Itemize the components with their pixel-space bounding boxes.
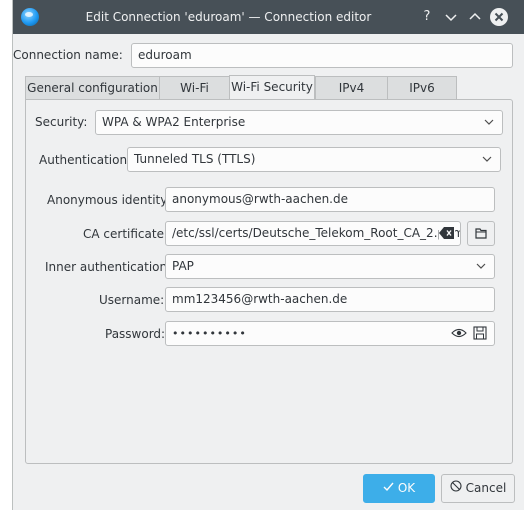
authentication-label: Authentication:: [39, 153, 132, 167]
authentication-select[interactable]: Tunneled TLS (TTLS): [127, 147, 501, 172]
checkmark-icon: [383, 475, 394, 502]
authentication-value: Tunneled TLS (TTLS): [134, 152, 256, 166]
inner-authentication-label: Inner authentication:: [45, 260, 172, 274]
username-input[interactable]: mm123456@rwth-aachen.de: [165, 287, 495, 312]
password-input[interactable]: ••••••••••: [165, 321, 495, 346]
cancel-circle-icon: [450, 475, 462, 502]
title-bar[interactable]: Edit Connection 'eduroam' — Connection e…: [13, 0, 524, 34]
chevron-down-icon: [482, 148, 492, 181]
connection-name-label: Connection name:: [13, 48, 123, 62]
password-value: ••••••••••: [172, 327, 247, 340]
cancel-label: Cancel: [465, 481, 507, 495]
anonymous-identity-label: Anonymous identity:: [47, 193, 171, 207]
connection-editor-window: Edit Connection 'eduroam' — Connection e…: [12, 0, 524, 510]
username-label: Username:: [99, 293, 165, 307]
minimize-button[interactable]: [443, 9, 459, 25]
eye-icon[interactable]: [451, 326, 467, 340]
maximize-button[interactable]: [467, 9, 483, 25]
save-icon[interactable]: [473, 326, 487, 340]
close-icon: [494, 12, 504, 22]
folder-open-icon: [475, 228, 487, 239]
security-select[interactable]: WPA & WPA2 Enterprise: [95, 110, 503, 135]
chevron-down-icon: [476, 255, 486, 288]
ca-certificate-value: /etc/ssl/certs/Deutsche_Telekom_Root_CA_…: [172, 226, 461, 240]
open-file-button[interactable]: [467, 221, 495, 246]
anonymous-identity-input[interactable]: anonymous@rwth-aachen.de: [165, 187, 495, 212]
help-button[interactable]: ?: [419, 9, 435, 25]
ca-certificate-input[interactable]: /etc/ssl/certs/Deutsche_Telekom_Root_CA_…: [165, 221, 461, 246]
tab-ipv4[interactable]: IPv4: [315, 76, 387, 100]
tab-wifi[interactable]: Wi-Fi: [159, 76, 229, 100]
password-label: Password:: [105, 327, 166, 341]
cancel-button[interactable]: Cancel: [441, 474, 515, 503]
security-label: Security:: [35, 115, 88, 129]
connection-name-input[interactable]: eduroam: [131, 43, 513, 68]
inner-authentication-select[interactable]: PAP: [165, 254, 495, 279]
security-value: WPA & WPA2 Enterprise: [102, 115, 246, 129]
ok-label: OK: [397, 481, 416, 495]
chevron-down-icon: [484, 111, 494, 144]
clear-text-icon[interactable]: [439, 226, 455, 240]
ca-certificate-label: CA certificate:: [83, 227, 168, 241]
ok-button[interactable]: OK: [363, 474, 435, 503]
close-button[interactable]: [490, 8, 508, 26]
inner-authentication-value: PAP: [172, 259, 194, 273]
tab-ipv6[interactable]: IPv6: [387, 76, 457, 100]
chevron-down-icon: [445, 14, 457, 22]
tab-general-configuration[interactable]: General configuration: [25, 76, 159, 100]
tab-wifi-security[interactable]: Wi-Fi Security: [229, 75, 315, 101]
chevron-up-icon: [469, 12, 481, 20]
